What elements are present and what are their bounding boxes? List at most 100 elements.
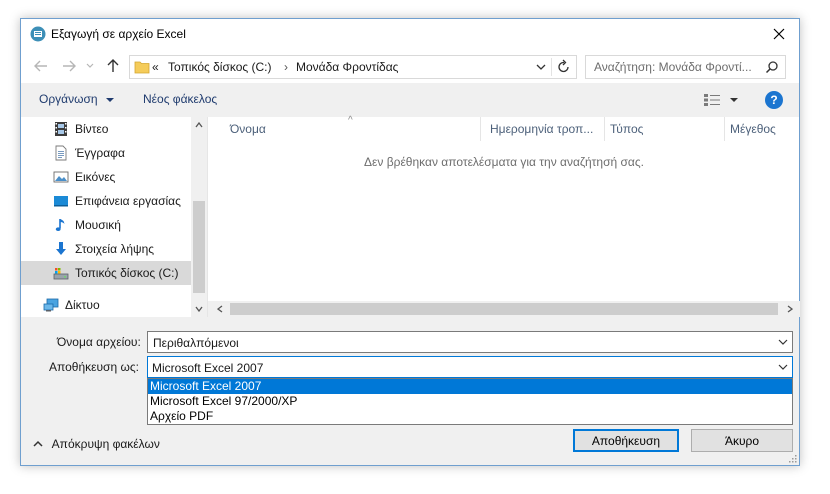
navigation-pane: Βίντεο Έγγραφα Εικόνες Επιφάνεια εργασία… xyxy=(21,117,207,317)
nav-item-label: Επιφάνεια εργασίας xyxy=(75,194,181,208)
nav-item-downloads[interactable]: Στοιχεία λήψης xyxy=(21,237,191,261)
nav-item-local-disk[interactable]: Τοπικός δίσκος (C:) xyxy=(21,261,191,285)
file-list: ^ Όνομα Ημερομηνία τροπ... Τύπος Μέγεθος… xyxy=(207,115,800,317)
nav-scrollbar[interactable] xyxy=(191,117,207,317)
view-options-icon[interactable] xyxy=(703,93,721,107)
recent-locations-button[interactable] xyxy=(85,58,95,74)
scroll-thumb[interactable] xyxy=(230,303,778,315)
column-header-type[interactable]: Τύπος xyxy=(610,122,643,136)
sort-ascending-icon: ^ xyxy=(348,115,353,126)
scroll-down-button[interactable] xyxy=(191,301,207,317)
column-divider[interactable] xyxy=(604,117,605,141)
scroll-thumb[interactable] xyxy=(193,201,205,293)
film-icon xyxy=(55,122,67,136)
address-bar[interactable]: « Τοπικός δίσκος (C:) › Μονάδα Φροντίδας xyxy=(129,55,577,79)
organize-button[interactable]: Οργάνωση xyxy=(39,92,115,106)
breadcrumb-drive[interactable]: Τοπικός δίσκος (C:) xyxy=(168,60,272,74)
pictures-icon xyxy=(53,171,69,183)
caret-down-icon xyxy=(105,97,114,102)
scroll-right-button[interactable] xyxy=(782,301,798,317)
nav-item-label: Εικόνες xyxy=(75,170,116,184)
column-divider[interactable] xyxy=(480,117,481,141)
column-header-size[interactable]: Μέγεθος xyxy=(730,122,776,136)
arrow-up-icon xyxy=(107,59,119,72)
back-button[interactable] xyxy=(33,58,49,74)
scroll-left-button[interactable] xyxy=(212,301,228,317)
nav-item-label: Στοιχεία λήψης xyxy=(75,242,155,256)
title-bar: Εξαγωγή σε αρχείο Excel xyxy=(21,19,799,49)
save-type-select[interactable]: Microsoft Excel 2007 xyxy=(147,356,793,378)
nav-item-documents[interactable]: Έγγραφα xyxy=(21,141,191,165)
address-divider xyxy=(551,58,552,76)
new-folder-button[interactable]: Νέος φάκελος xyxy=(143,92,217,106)
search-icon xyxy=(765,61,778,74)
save-type-dropdown: Microsoft Excel 2007 Microsoft Excel 97/… xyxy=(147,378,793,425)
chevron-down-icon[interactable] xyxy=(534,60,548,74)
filename-field[interactable]: Περιθαλπόμενοι xyxy=(147,331,793,353)
organize-label: Οργάνωση xyxy=(39,92,98,106)
close-icon xyxy=(773,28,785,40)
close-button[interactable] xyxy=(759,19,799,49)
refresh-icon[interactable] xyxy=(556,59,572,75)
address-row: « Τοπικός δίσκος (C:) › Μονάδα Φροντίδας… xyxy=(21,49,799,83)
empty-results-message: Δεν βρέθηκαν αποτελέσματα για την αναζήτ… xyxy=(364,155,644,169)
arrow-left-icon xyxy=(34,60,47,72)
chevron-down-icon xyxy=(86,63,94,68)
forward-button[interactable] xyxy=(61,58,77,74)
breadcrumb-overflow[interactable]: « xyxy=(152,60,159,74)
nav-item-label: Δίκτυο xyxy=(65,298,100,312)
caret-down-icon[interactable] xyxy=(729,95,739,105)
music-icon xyxy=(55,219,65,231)
command-bar: Οργάνωση Νέος φάκελος ? xyxy=(21,83,799,117)
hide-folders-label: Απόκρυψη φακέλων xyxy=(51,437,160,451)
up-button[interactable] xyxy=(105,58,121,74)
network-icon xyxy=(43,298,59,312)
chevron-down-icon[interactable] xyxy=(778,337,788,347)
arrow-right-icon xyxy=(63,60,76,72)
chevron-right-icon xyxy=(787,305,793,313)
chevron-down-icon[interactable] xyxy=(778,362,788,372)
nav-item-label: Έγγραφα xyxy=(75,146,125,160)
search-box[interactable]: Αναζήτηση: Μονάδα Φροντί... xyxy=(585,55,786,79)
save-type-label: Αποθήκευση ως: xyxy=(49,360,139,374)
breadcrumb-separator[interactable]: › xyxy=(284,60,288,74)
search-input[interactable]: Αναζήτηση: Μονάδα Φροντί... xyxy=(594,60,752,74)
save-type-option[interactable]: Αρχείο PDF xyxy=(148,409,792,424)
desktop-icon xyxy=(54,196,68,207)
window-title: Εξαγωγή σε αρχείο Excel xyxy=(51,27,186,41)
save-button[interactable]: Αποθήκευση xyxy=(573,429,679,452)
nav-item-desktop[interactable]: Επιφάνεια εργασίας xyxy=(21,189,191,213)
nav-item-network[interactable]: Δίκτυο xyxy=(11,293,181,317)
nav-item-label: Βίντεο xyxy=(75,122,109,136)
column-header-date[interactable]: Ημερομηνία τροπ... xyxy=(490,122,593,136)
save-type-option[interactable]: Microsoft Excel 97/2000/XP xyxy=(148,394,792,409)
download-icon xyxy=(56,242,66,255)
chevron-down-icon xyxy=(195,306,203,312)
filename-label: Όνομα αρχείου: xyxy=(57,335,141,349)
column-header-name[interactable]: Όνομα xyxy=(230,122,266,136)
document-icon xyxy=(55,145,67,161)
app-icon xyxy=(30,26,46,42)
chevron-left-icon xyxy=(217,305,223,313)
chevron-up-icon xyxy=(195,122,203,128)
file-list-scrollbar[interactable] xyxy=(208,301,800,317)
save-type-option[interactable]: Microsoft Excel 2007 xyxy=(148,379,792,394)
nav-item-pictures[interactable]: Εικόνες xyxy=(21,165,191,189)
nav-item-videos[interactable]: Βίντεο xyxy=(21,117,191,141)
nav-item-label: Μουσική xyxy=(75,218,121,232)
chevron-up-icon xyxy=(33,440,43,447)
column-divider[interactable] xyxy=(724,117,725,141)
save-type-value: Microsoft Excel 2007 xyxy=(152,361,264,375)
cancel-button[interactable]: Άκυρο xyxy=(691,429,793,452)
breadcrumb-folder[interactable]: Μονάδα Φροντίδας xyxy=(296,60,398,74)
filename-input[interactable]: Περιθαλπόμενοι xyxy=(153,336,239,350)
scroll-up-button[interactable] xyxy=(191,117,207,133)
folder-icon xyxy=(134,61,150,74)
nav-item-label: Τοπικός δίσκος (C:) xyxy=(75,266,179,280)
resize-grip-icon[interactable] xyxy=(787,453,797,463)
drive-icon xyxy=(53,268,69,280)
save-dialog: Εξαγωγή σε αρχείο Excel « Τοπικός δίσκος… xyxy=(20,18,800,466)
nav-item-music[interactable]: Μουσική xyxy=(21,213,191,237)
help-icon[interactable]: ? xyxy=(765,91,783,109)
hide-folders-button[interactable]: Απόκρυψη φακέλων xyxy=(33,437,160,451)
